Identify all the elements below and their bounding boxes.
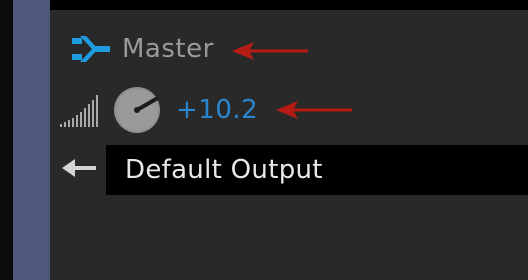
master-row[interactable]: Master xyxy=(72,28,214,70)
output-label: Default Output xyxy=(125,155,323,185)
left-edge-strip xyxy=(0,0,13,280)
bus-output-icon xyxy=(72,36,110,62)
annotation-arrow-icon xyxy=(232,42,308,60)
signal-strength-icon xyxy=(60,95,98,127)
sidebar-strip xyxy=(13,0,50,280)
back-arrow-icon[interactable] xyxy=(62,156,96,180)
volume-value[interactable]: +10.2 xyxy=(176,97,258,123)
volume-row: +10.2 xyxy=(60,87,258,133)
master-label: Master xyxy=(122,34,214,64)
volume-knob-icon[interactable] xyxy=(112,85,162,135)
output-row xyxy=(62,153,96,183)
mixer-window: Master +10.2 Default Output xyxy=(0,0,528,280)
output-selector[interactable]: Default Output xyxy=(106,145,528,195)
annotation-arrow-icon xyxy=(276,101,352,119)
